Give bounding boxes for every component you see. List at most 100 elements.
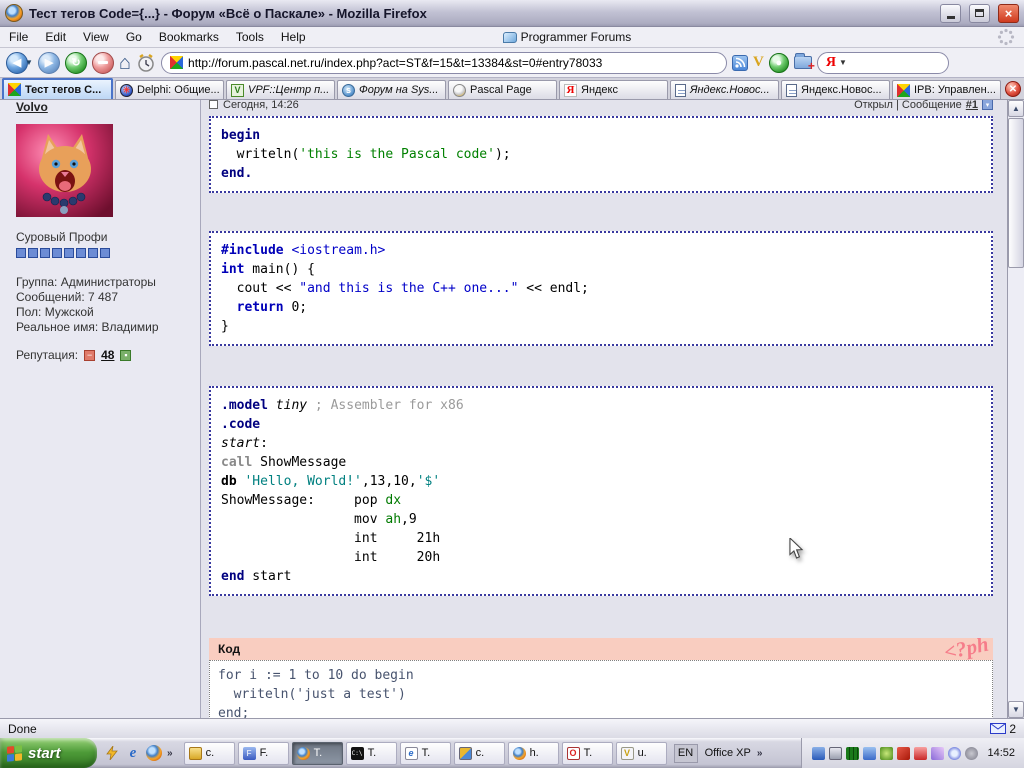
bookmark-v-icon[interactable]: V <box>753 54 764 71</box>
go-button[interactable]: ● <box>769 53 789 73</box>
rss-feed-icon[interactable] <box>732 55 748 71</box>
taskbtn-cmd[interactable]: C:\T. <box>346 742 397 765</box>
post-options-icon[interactable]: ▾ <box>982 100 993 110</box>
firefox-quicklaunch-icon[interactable] <box>146 745 162 761</box>
reputation-plus-button[interactable]: ▪ <box>120 350 131 361</box>
close-button[interactable]: × <box>998 4 1019 23</box>
search-engine-caret-icon[interactable]: ▼ <box>839 58 847 67</box>
reputation-value[interactable]: 48 <box>101 348 114 362</box>
reload-button[interactable]: ↻ <box>65 52 87 74</box>
winamp-icon[interactable] <box>104 745 120 761</box>
stop-button[interactable] <box>92 52 114 74</box>
quick-launch-overflow-chevron[interactable]: » <box>167 748 173 759</box>
tab-yandex-news-1[interactable]: Яндекс.Новос... <box>670 80 779 99</box>
tray-network-icon[interactable] <box>812 747 825 760</box>
tab-test-tegov[interactable]: Тест тегов C... <box>2 78 113 99</box>
mail-count: 2 <box>1009 722 1016 736</box>
post-number-link[interactable]: #1 <box>966 100 978 111</box>
window-title: Тест тегов Code={...} - Форум «Всё о Пас… <box>29 6 932 21</box>
scrollbar-thumb[interactable] <box>1008 118 1024 268</box>
username-link[interactable]: Volvo <box>16 100 48 114</box>
delphi-icon: ✳ <box>120 84 133 97</box>
tray-ati-icon[interactable] <box>897 747 910 760</box>
menu-go[interactable]: Go <box>126 30 142 44</box>
menu-help[interactable]: Help <box>281 30 306 44</box>
home-button[interactable]: ⌂ <box>119 53 131 73</box>
maximize-button[interactable] <box>969 4 990 23</box>
taskbtn-v[interactable]: Vu. <box>616 742 667 765</box>
tab-bar: Тест тегов C... ✳ Delphi: Общие... V VPF… <box>0 78 1024 100</box>
tab-forum-sys[interactable]: s Форум на Sys... <box>337 80 446 99</box>
tray-anydvd-icon[interactable] <box>948 747 961 760</box>
taskbtn-folder[interactable]: c. <box>184 742 235 765</box>
user-realname: Реальное имя: Владимир <box>16 320 200 335</box>
yandex-logo-icon: Я <box>826 55 836 71</box>
menu-file[interactable]: File <box>9 30 28 44</box>
reputation-minus-button[interactable]: − <box>84 350 95 361</box>
tray-grid-icon[interactable] <box>846 747 859 760</box>
firefox-app-icon <box>5 4 23 22</box>
taskbtn-firefox-2[interactable]: h. <box>508 742 559 765</box>
url-bar[interactable]: http://forum.pascal.net.ru/index.php?act… <box>161 52 727 74</box>
search-input[interactable]: Я ▼ <box>817 52 949 74</box>
title-bar: Тест тегов Code={...} - Форум «Всё о Пас… <box>0 0 1024 27</box>
user-title: Суровый Профи <box>16 230 200 244</box>
user-posts: Сообщений: 7 487 <box>16 290 200 305</box>
swirl-icon: s <box>342 84 355 97</box>
bookmark-programmer-forums[interactable]: Programmer Forums <box>503 30 632 44</box>
menu-tools[interactable]: Tools <box>236 30 264 44</box>
language-indicator[interactable]: EN <box>674 744 698 763</box>
pinwheel-icon <box>8 83 21 96</box>
tab-yandex-news-2[interactable]: Яндекс.Новос... <box>781 80 890 99</box>
tab-pascal-page[interactable]: Pascal Page <box>448 80 557 99</box>
menu-bar: File Edit View Go Bookmarks Tools Help P… <box>0 27 1024 48</box>
minimize-button[interactable] <box>940 4 961 23</box>
alarm-clock-icon[interactable] <box>136 53 156 73</box>
tab-delphi[interactable]: ✳ Delphi: Общие... <box>115 80 224 99</box>
user-avatar <box>16 124 113 217</box>
start-button[interactable]: start <box>0 738 97 768</box>
post-body: Сегодня, 14:26 Открыл | Сообщение #1 ▾ b… <box>200 100 1007 718</box>
tray-wand-icon[interactable] <box>931 747 944 760</box>
menu-bookmarks[interactable]: Bookmarks <box>159 30 219 44</box>
pascal-code-block: begin writeln('this is the Pascal code')… <box>209 116 993 193</box>
tab-vpf[interactable]: V VPF::Центр п... <box>226 80 335 99</box>
tray-nvidia-icon[interactable] <box>880 747 893 760</box>
back-button[interactable]: ◀▼ <box>6 52 33 74</box>
taskbtn-firefox-active[interactable]: T. <box>292 742 343 765</box>
vertical-scrollbar[interactable]: ▲ ▼ <box>1007 100 1024 718</box>
menu-view[interactable]: View <box>83 30 109 44</box>
taskbar: start e » c. FF. T. C:\T. eT. c. h. OT. … <box>0 738 1024 768</box>
tab-yandex[interactable]: Я Яндекс <box>559 80 668 99</box>
php-watermark: <?ph <box>942 638 991 660</box>
taskbtn-layers[interactable]: c. <box>454 742 505 765</box>
tab-ipb-admin[interactable]: IPB: Управлен... <box>892 80 1001 99</box>
tray-lightning-icon[interactable] <box>914 747 927 760</box>
post-checkbox[interactable] <box>209 100 218 109</box>
mail-icon[interactable] <box>990 723 1006 734</box>
post-status: Открыл | Сообщение <box>854 100 962 111</box>
tray-display-icon[interactable] <box>829 747 842 760</box>
browser-window: Тест тегов Code={...} - Форум «Всё о Пас… <box>0 0 1024 768</box>
tray-clock: 14:52 <box>987 747 1015 759</box>
task-buttons: c. FF. T. C:\T. eT. c. h. OT. Vu. <box>180 742 667 765</box>
tray-monitors-icon[interactable] <box>863 747 876 760</box>
forward-button[interactable]: ▶ <box>38 52 60 74</box>
tray-mute-icon[interactable] <box>965 747 978 760</box>
system-tray: 14:52 <box>801 738 1024 768</box>
windows-logo-icon <box>7 745 22 762</box>
taskbtn-ie-doc[interactable]: eT. <box>400 742 451 765</box>
url-text: http://forum.pascal.net.ru/index.php?act… <box>188 56 602 70</box>
taskbtn-opera[interactable]: OT. <box>562 742 613 765</box>
scroll-up-button[interactable]: ▲ <box>1008 100 1024 117</box>
document-icon <box>675 84 686 97</box>
add-bookmark-folder-icon[interactable] <box>794 56 812 69</box>
close-tab-button[interactable]: ✕ <box>1005 81 1021 97</box>
office-toolbar[interactable]: Office XP » <box>698 747 770 759</box>
scroll-down-button[interactable]: ▼ <box>1008 701 1024 718</box>
office-overflow-chevron[interactable]: » <box>757 748 763 759</box>
user-group: Группа: Администраторы <box>16 275 200 290</box>
menu-edit[interactable]: Edit <box>45 30 66 44</box>
internet-explorer-icon[interactable]: e <box>125 745 141 761</box>
taskbtn-f[interactable]: FF. <box>238 742 289 765</box>
